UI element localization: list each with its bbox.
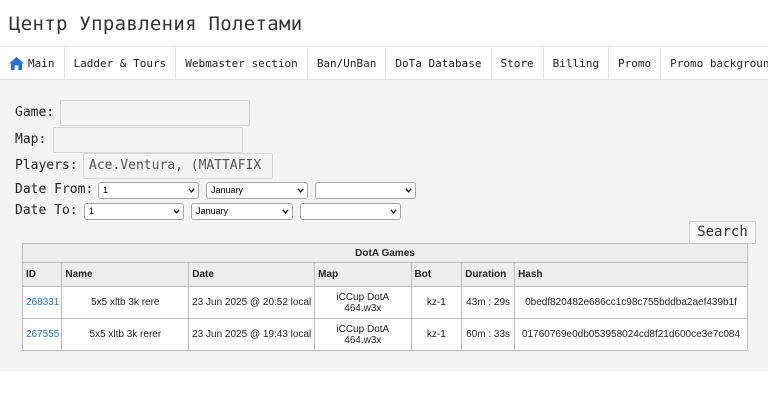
column-header-date: Date <box>188 262 316 287</box>
nav-item-label: Promo background <box>670 56 768 70</box>
game-date: 23 Jun 2025 @ 19:43 local <box>188 318 316 351</box>
games-table: DotA Games ID Name Date Map Bot Duration… <box>21 243 748 351</box>
nav-item-ladder-tours[interactable]: Ladder & Tours <box>65 47 177 79</box>
date-from-month-select[interactable]: January <box>206 182 308 199</box>
nav-item-store[interactable]: Store <box>492 47 544 79</box>
column-header-id: ID <box>21 262 63 287</box>
date-from-day-select[interactable]: 1 <box>98 182 199 199</box>
select-value: January <box>196 206 229 216</box>
chevron-down-icon <box>297 188 304 193</box>
date-from-year-select[interactable] <box>315 182 416 199</box>
game-id-link[interactable]: 267555 <box>21 318 63 351</box>
nav-item-label: Billing <box>552 56 599 70</box>
game-map-line2: 464.w3x <box>344 302 382 314</box>
nav-item-promo-background[interactable]: Promo background <box>661 47 768 79</box>
date-to-year-select[interactable] <box>300 203 401 220</box>
column-header-duration: Duration <box>461 262 516 287</box>
game-duration: 60m : 33s <box>461 318 516 351</box>
chevron-down-icon <box>390 209 397 214</box>
select-value: January <box>211 185 244 195</box>
game-input[interactable] <box>60 100 250 126</box>
select-value: 1 <box>103 185 109 195</box>
game-map-line1: iCCup DotA <box>336 291 390 303</box>
game-label: Game: <box>15 105 55 120</box>
map-input[interactable] <box>53 127 243 153</box>
header: Центр Управления Полетами <box>0 0 768 46</box>
nav-item-label: Ban/UnBan <box>316 56 377 70</box>
main-nav: Main Ladder & Tours Webmaster section Ba… <box>0 46 768 80</box>
game-map-line1: iCCup DotA <box>336 323 390 335</box>
chevron-down-icon <box>188 188 195 193</box>
nav-item-label: DoTa Database <box>395 56 482 70</box>
map-label: Map: <box>15 132 47 147</box>
game-map: iCCup DotA 464.w3x <box>314 318 412 351</box>
column-header-bot: Bot <box>410 262 463 287</box>
date-from-label: Date From: <box>15 182 94 197</box>
players-label: Players: <box>15 158 78 173</box>
table-header-row: ID Name Date Map Bot Duration Hash <box>21 262 748 287</box>
nav-item-label: Ladder & Tours <box>73 56 167 70</box>
date-to-month-select[interactable]: January <box>191 203 293 220</box>
nav-item-label: Webmaster section <box>185 56 298 70</box>
game-date: 23 Jun 2025 @ 20:52 local <box>188 286 316 319</box>
column-header-map: Map <box>314 262 412 287</box>
game-name: 5x5 xltb 3k rere <box>61 286 190 319</box>
nav-item-promo[interactable]: Promo <box>609 47 662 79</box>
chevron-down-icon <box>173 209 180 214</box>
game-id-link[interactable]: 268331 <box>21 286 63 319</box>
nav-item-dota-database[interactable]: DoTa Database <box>386 47 492 79</box>
game-name: 5x5 xltb 3k rerer <box>61 318 190 351</box>
home-icon <box>9 56 24 70</box>
nav-item-label: Main <box>28 56 55 70</box>
game-map: iCCup DotA 464.w3x <box>314 286 412 319</box>
table-row: 267555 5x5 xltb 3k rerer 23 Jun 2025 @ 1… <box>21 318 748 351</box>
table-row: 268331 5x5 xltb 3k rere 23 Jun 2025 @ 20… <box>21 286 748 319</box>
chevron-down-icon <box>405 188 412 193</box>
column-header-name: Name <box>61 262 190 287</box>
game-hash: 01760769e0db053958024cd8f21d600ce3e7c084 <box>514 318 748 351</box>
date-to-day-select[interactable]: 1 <box>84 203 184 220</box>
column-header-hash: Hash <box>514 262 748 287</box>
search-button[interactable]: Search <box>689 221 756 244</box>
page-title: Центр Управления Полетами <box>9 13 303 35</box>
nav-item-ban-unban[interactable]: Ban/UnBan <box>308 47 387 79</box>
players-input[interactable]: Ace.Ventura, (MATTAFIX <box>83 153 273 179</box>
nav-item-main[interactable]: Main <box>0 47 65 79</box>
nav-item-webmaster-section[interactable]: Webmaster section <box>176 47 308 79</box>
date-to-label: Date To: <box>15 203 78 218</box>
game-duration: 43m : 29s <box>461 286 516 319</box>
chevron-down-icon <box>282 209 289 214</box>
game-hash: 0bedf820482e686cc1c98c755bddba2aef439b1f <box>514 286 748 319</box>
game-bot: kz-1 <box>410 286 463 319</box>
nav-item-label: Promo <box>618 56 652 70</box>
game-bot: kz-1 <box>410 318 463 351</box>
nav-item-label: Store <box>500 56 534 70</box>
select-value: 1 <box>89 206 95 216</box>
footer <box>0 371 768 407</box>
game-map-line2: 464.w3x <box>344 334 382 346</box>
nav-item-billing[interactable]: Billing <box>544 47 609 79</box>
table-caption: DotA Games <box>22 243 748 263</box>
